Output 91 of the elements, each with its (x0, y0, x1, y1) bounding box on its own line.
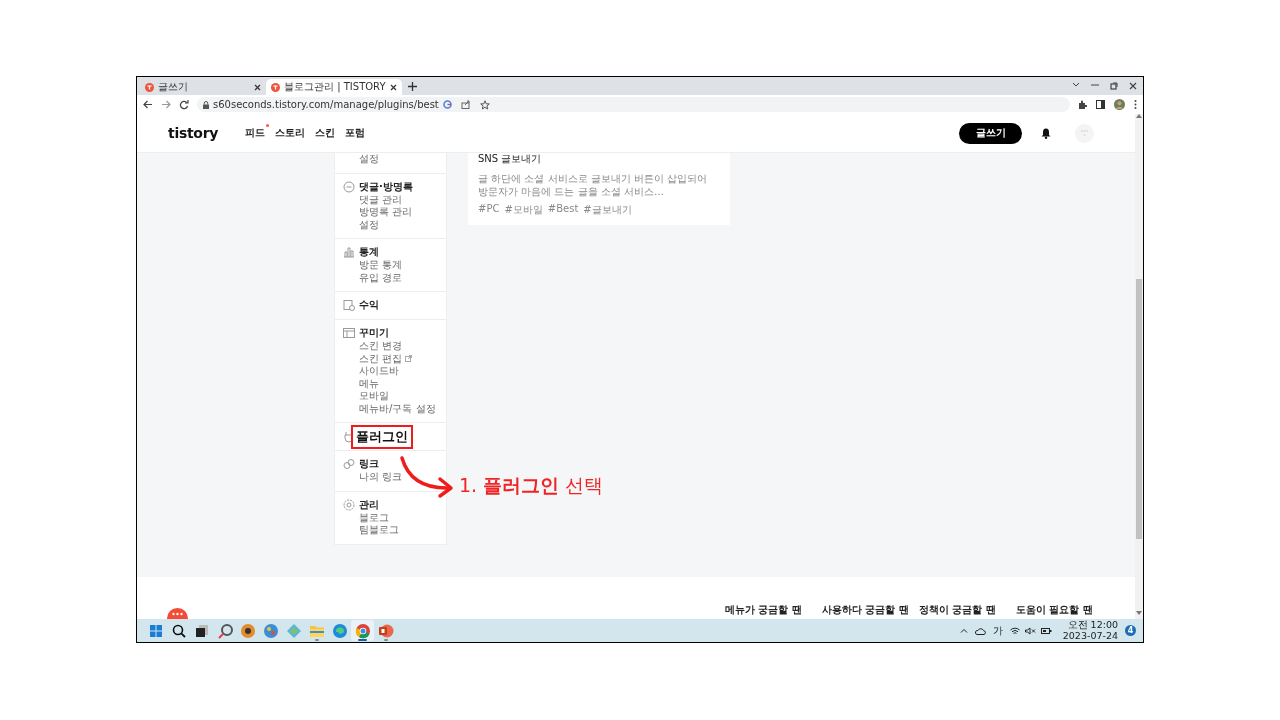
notification-badge[interactable]: 4 (1125, 625, 1136, 636)
star-icon[interactable] (479, 99, 490, 110)
more-vert-icon[interactable] (1134, 100, 1137, 109)
sidebar-item[interactable]: 메뉴 (359, 377, 379, 390)
layout-icon (343, 327, 355, 339)
sidebar-item[interactable]: 스킨 편집 (359, 352, 403, 365)
sidebar-item[interactable]: 메뉴바/구독 설정 (359, 402, 436, 415)
close-icon[interactable] (254, 83, 261, 91)
back-icon[interactable] (143, 100, 153, 109)
sidebar-item[interactable]: 방명록 관리 (359, 206, 413, 219)
start-icon[interactable] (147, 622, 164, 639)
annotation-text: 1. 플러그인 선택 (459, 473, 604, 498)
scroll-down-icon[interactable] (1136, 611, 1142, 615)
nav-link[interactable]: 포럼 (345, 126, 366, 140)
sidebar-heading[interactable]: 링크 (359, 457, 379, 471)
sidebar-item[interactable]: 팀블로그 (359, 524, 399, 537)
clock-time: 오전 12:00 (1067, 620, 1118, 631)
cloud-icon[interactable] (974, 626, 986, 635)
sidebar-heading[interactable]: 댓글·방명록 (359, 179, 413, 194)
forward-icon[interactable] (161, 100, 171, 109)
sidebar-heading[interactable]: 플러그인 (351, 425, 413, 449)
chevron-up-icon[interactable] (959, 628, 968, 633)
paint-app-icon (262, 622, 279, 639)
sidebar-item[interactable]: 설정 (359, 218, 379, 231)
input-method-indicator[interactable]: 가 (992, 623, 1003, 638)
footer-link[interactable]: 도움이 필요할 땐 (1016, 603, 1113, 617)
gear-icon (343, 498, 355, 511)
diamond-app-icon (285, 622, 302, 639)
close-icon[interactable] (1129, 82, 1137, 90)
footer-link[interactable]: 메뉴가 궁금할 땐 (725, 603, 822, 617)
puzzle-icon[interactable] (1078, 100, 1087, 109)
sidebar-item[interactable]: 모바일 (359, 390, 389, 403)
sidebar-heading[interactable]: 꾸미기 (359, 326, 389, 340)
taskbar-clock[interactable]: 오전 12:00 2023-07-24 (1062, 620, 1118, 641)
plugin-tag: #PC (478, 203, 500, 217)
presentation-app-icon (377, 622, 394, 639)
close-icon[interactable] (389, 83, 397, 91)
sidebar-item[interactable]: 블로그 (359, 511, 389, 524)
bar-chart-icon (343, 246, 355, 258)
chrome-browser-icon (354, 622, 371, 639)
sidebar-heading[interactable]: 관리 (359, 497, 379, 512)
browser-tab[interactable]: 블로그관리 | TISTORY (266, 79, 402, 95)
plugin-title: SNS 글보내기 (478, 152, 543, 166)
link-icon (343, 458, 355, 470)
chevron-down-icon[interactable] (1072, 82, 1080, 88)
sidebar-item[interactable]: 스킨 변경 (359, 340, 403, 353)
sidebar-item[interactable]: 방문 통계 (359, 259, 403, 272)
restore-icon[interactable] (1110, 82, 1118, 90)
tistory-favicon (145, 82, 154, 92)
sidebar-item[interactable]: 사이드바 (359, 365, 399, 378)
sidebar-item[interactable]: 유입 경로 (359, 271, 403, 284)
edge-browser-icon (331, 622, 348, 639)
tistory-favicon (271, 82, 280, 92)
nav-link[interactable]: 스킨 (315, 126, 336, 140)
sidebar-heading[interactable]: 통계 (359, 245, 379, 259)
avatar-icon[interactable] (1114, 99, 1125, 110)
address-bar[interactable]: s60seconds.tistory.com/manage/plugins/best (197, 97, 1070, 112)
write-button[interactable]: 글쓰기 (959, 122, 1022, 144)
reload-icon[interactable] (179, 99, 189, 110)
taskbar-app[interactable] (351, 620, 374, 641)
footer-link[interactable]: 정책이 궁금할 땐 (919, 603, 1016, 617)
nav-link[interactable]: 스토리 (275, 126, 306, 140)
task-view-icon[interactable] (193, 622, 210, 639)
bell-icon[interactable] (1041, 127, 1051, 139)
speaker-muted-icon[interactable] (1024, 626, 1036, 635)
plugin-tag: #모바일 (504, 203, 543, 217)
footer-link[interactable]: 사용하다 궁금할 땐 (822, 603, 919, 617)
magnifier-app-icon (216, 622, 233, 639)
search-icon[interactable] (170, 622, 187, 639)
nav-link[interactable]: 피드 (245, 126, 266, 140)
add-tab-icon[interactable] (407, 81, 417, 91)
share-icon[interactable] (460, 100, 471, 109)
coin-icon (343, 299, 355, 311)
sidebar-item[interactable]: 댓글 관리 (359, 193, 403, 206)
wifi-icon[interactable] (1009, 626, 1020, 635)
speech-bubble-icon (343, 180, 355, 193)
browser-tab[interactable]: 글쓰기 (140, 79, 266, 95)
plugin-tag: #Best (547, 203, 579, 217)
aperture-app-icon (239, 622, 256, 639)
site-logo[interactable]: tistory (168, 125, 219, 141)
side-panel-icon[interactable] (1096, 100, 1105, 109)
battery-icon[interactable] (1040, 626, 1052, 635)
scrollbar-thumb[interactable] (1136, 279, 1142, 539)
sidebar-item[interactable]: 설정 (359, 153, 379, 166)
clock-date: 2023-07-24 (1062, 630, 1118, 641)
lock-icon (203, 100, 209, 109)
plugin-description: 글 하단에 소셜 서비스로 글보내기 버튼이 삽입되어 방문자가 마음에 드는 글을 소셜 서비스… (478, 172, 709, 198)
sidebar-heading[interactable]: 수익 (359, 298, 379, 312)
sidebar-item[interactable]: 나의 링크 (359, 471, 403, 484)
plugin-card[interactable]: SNS 글보내기 글 하단에 소셜 서비스로 글보내기 버튼이 삽입되어 방문자가 마음에 드는 글을 소셜 서비스… #PC #모바일 #Best #글보내기 (468, 153, 730, 225)
plugin-tag: #글보내기 (583, 203, 632, 217)
